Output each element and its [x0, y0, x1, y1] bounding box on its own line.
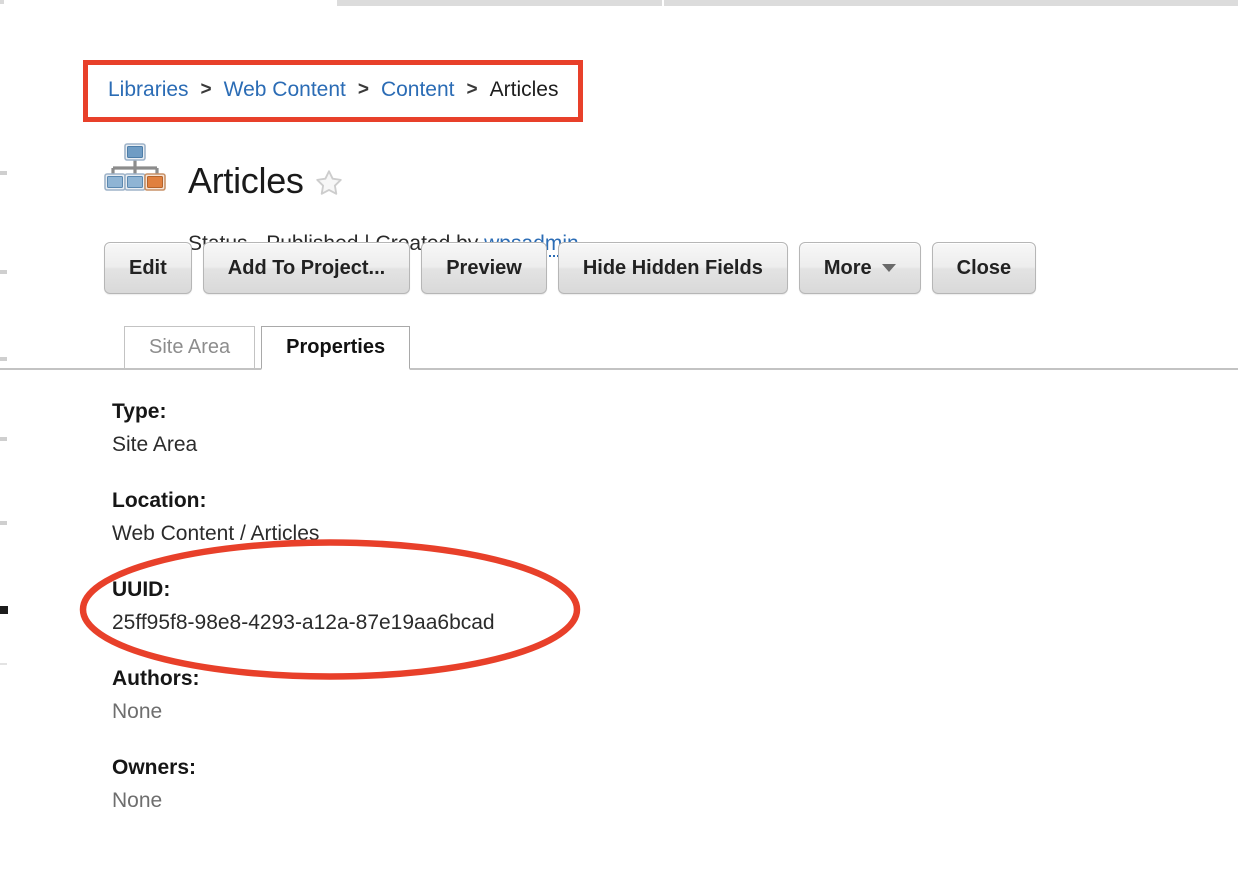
more-button-label: More	[824, 257, 872, 280]
hide-hidden-fields-button-label: Hide Hidden Fields	[583, 257, 763, 280]
property-value: Site Area	[112, 430, 732, 460]
chrome-edge-tick	[0, 0, 4, 4]
close-button-label: Close	[957, 257, 1011, 280]
tab-properties[interactable]: Properties	[261, 326, 410, 370]
chrome-tab-segment-1	[337, 0, 662, 6]
add-to-project-button-label: Add To Project...	[228, 257, 385, 280]
property-value: 25ff95f8-98e8-4293-a12a-87e19aa6bcad	[112, 608, 732, 638]
left-edge-artifact	[0, 606, 8, 614]
properties-panel: Type: Site Area Location: Web Content / …	[112, 398, 732, 843]
more-button[interactable]: More	[799, 242, 921, 294]
property-authors: Authors: None	[112, 665, 732, 727]
breadcrumb-separator: >	[467, 75, 478, 105]
title-row: Articles	[188, 136, 579, 226]
site-area-tree-icon	[104, 142, 166, 192]
breadcrumb-item-web-content[interactable]: Web Content	[224, 75, 346, 105]
page-header: Articles Status - Published | Created by…	[104, 136, 579, 258]
property-label: Owners:	[112, 754, 732, 781]
left-edge-artifact	[0, 437, 7, 441]
breadcrumb-item-articles: Articles	[490, 75, 559, 105]
property-label: Location:	[112, 487, 732, 514]
breadcrumb-item-content[interactable]: Content	[381, 75, 455, 105]
close-button[interactable]: Close	[932, 242, 1036, 294]
chevron-down-icon	[882, 264, 896, 272]
left-edge-artifact	[0, 270, 7, 274]
property-value: None	[112, 786, 732, 816]
breadcrumb: Libraries > Web Content > Content > Arti…	[108, 75, 558, 105]
property-owners: Owners: None	[112, 754, 732, 816]
left-edge-artifact	[0, 663, 7, 665]
hide-hidden-fields-button[interactable]: Hide Hidden Fields	[558, 242, 788, 294]
breadcrumb-separator: >	[358, 75, 369, 105]
edit-button-label: Edit	[129, 257, 167, 280]
breadcrumb-item-libraries[interactable]: Libraries	[108, 75, 189, 105]
tab-strip: Site Area Properties	[0, 326, 1238, 370]
left-edge-artifact	[0, 171, 7, 175]
preview-button-label: Preview	[446, 257, 522, 280]
property-label: Authors:	[112, 665, 732, 692]
tab-list: Site Area Properties	[124, 326, 410, 370]
add-to-project-button[interactable]: Add To Project...	[203, 242, 410, 294]
tab-site-area[interactable]: Site Area	[124, 326, 255, 370]
preview-button[interactable]: Preview	[421, 242, 547, 294]
tab-site-area-label: Site Area	[149, 336, 230, 359]
property-value: Web Content / Articles	[112, 519, 732, 549]
action-toolbar: Edit Add To Project... Preview Hide Hidd…	[104, 242, 1036, 294]
property-value: None	[112, 697, 732, 727]
edit-button[interactable]: Edit	[104, 242, 192, 294]
star-outline-icon[interactable]	[314, 168, 344, 198]
property-type: Type: Site Area	[112, 398, 732, 460]
property-label: Type:	[112, 398, 732, 425]
property-location: Location: Web Content / Articles	[112, 487, 732, 549]
page-title: Articles	[188, 160, 304, 202]
title-text-group: Articles Status - Published | Created by…	[188, 136, 579, 258]
chrome-tab-segment-2	[664, 0, 1238, 6]
browser-chrome-strip	[0, 0, 1238, 6]
left-edge-artifact	[0, 521, 7, 525]
property-uuid: UUID: 25ff95f8-98e8-4293-a12a-87e19aa6bc…	[112, 576, 732, 638]
tab-properties-label: Properties	[286, 336, 385, 359]
property-label: UUID:	[112, 576, 732, 603]
breadcrumb-separator: >	[201, 75, 212, 105]
breadcrumb-annotation-box: Libraries > Web Content > Content > Arti…	[83, 60, 583, 122]
